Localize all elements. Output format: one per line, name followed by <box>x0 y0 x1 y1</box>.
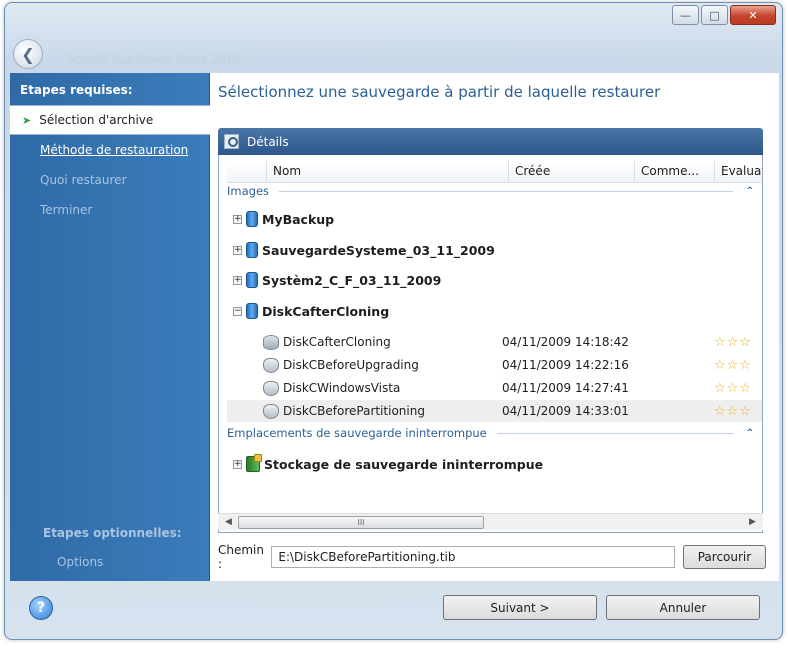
version-name: DiskCWindowsVista <box>283 381 401 395</box>
column-created[interactable]: Créée <box>509 161 635 183</box>
step-label: Terminer <box>40 203 93 217</box>
version-name-cell: DiskCBeforeUpgrading <box>263 357 419 373</box>
close-icon[interactable]: ✕ <box>730 5 776 25</box>
wizard-steps-sidebar: Etapes requises: ➤ Sélection d'archive M… <box>10 73 210 581</box>
rating-stars-icon[interactable]: ☆☆☆ <box>714 381 752 396</box>
scroll-thumb[interactable]: III <box>238 516 484 529</box>
path-row: Chemin : E:\DiskCBeforePartitioning.tib … <box>218 543 767 571</box>
collapse-icon[interactable]: − <box>233 306 242 316</box>
details-magnifier-icon <box>224 134 239 149</box>
next-button[interactable]: Suivant > <box>443 595 597 620</box>
archive-name: SauvegardeSysteme_03_11_2009 <box>262 242 495 258</box>
main-panel: Sélectionnez une sauvegarde à partir de … <box>210 73 779 581</box>
archive-icon <box>246 211 258 227</box>
version-date: 04/11/2009 14:27:41 <box>502 381 629 395</box>
archive-name: Systèm2_C_F_03_11_2009 <box>262 272 442 288</box>
step-label: Sélection d'archive <box>39 113 154 127</box>
current-step-arrow-icon: ➤ <box>22 113 32 127</box>
expand-icon[interactable]: + <box>233 459 242 469</box>
archive-row[interactable]: + SauvegardeSysteme_03_11_2009 <box>233 239 495 261</box>
path-input[interactable]: E:\DiskCBeforePartitioning.tib <box>271 546 675 568</box>
back-arrow-icon: ❮ <box>21 44 35 64</box>
storage-name: Stockage de sauvegarde ininterrompue <box>264 456 544 472</box>
group-divider <box>496 432 733 434</box>
archive-icon <box>246 303 258 319</box>
archive-list[interactable]: Nom Créée Comme... Evaluat Images ⌃ + My… <box>218 155 763 533</box>
horizontal-scrollbar[interactable]: ◀ III ▶ <box>218 513 763 530</box>
scroll-left-icon[interactable]: ◀ <box>220 515 237 530</box>
archive-name: DiskCafterCloning <box>262 303 390 319</box>
version-date: 04/11/2009 14:22:16 <box>502 358 629 372</box>
column-rating[interactable]: Evaluat <box>715 161 762 183</box>
expand-icon[interactable]: + <box>233 275 242 285</box>
required-steps-heading: Etapes requises: <box>20 83 133 97</box>
rating-stars-icon[interactable]: ☆☆☆ <box>714 335 752 350</box>
version-name: DiskCBeforePartitioning <box>283 404 425 418</box>
archive-icon <box>246 242 258 258</box>
version-name-cell: DiskCBeforePartitioning <box>263 403 425 419</box>
details-label: Détails <box>247 134 289 149</box>
maximize-icon[interactable]: □ <box>701 5 728 25</box>
incremental-disk-icon <box>263 403 279 419</box>
rating-stars-icon[interactable]: ☆☆☆ <box>714 358 752 373</box>
archive-row[interactable]: + MyBackup <box>233 208 334 230</box>
version-row-selected[interactable]: DiskCBeforePartitioning 04/11/2009 14:33… <box>227 400 762 422</box>
full-backup-disk-icon <box>263 334 279 350</box>
continuous-storage-icon <box>246 454 262 472</box>
step-restore-method[interactable]: Méthode de restauration <box>10 135 209 165</box>
page-title: Sélectionnez une sauvegarde à partir de … <box>218 83 661 101</box>
step-label: Quoi restaurer <box>40 173 127 187</box>
step-finish: Terminer <box>10 195 209 225</box>
step-options: Options <box>57 555 104 569</box>
version-date: 04/11/2009 14:18:42 <box>502 335 629 349</box>
wizard-footer: ? Suivant > Annuler <box>5 581 782 639</box>
minimize-icon[interactable]: — <box>672 5 699 25</box>
group-continuous-locations[interactable]: Emplacements de sauvegarde ininterrompue… <box>227 425 757 441</box>
version-row[interactable]: DiskCBeforeUpgrading 04/11/2009 14:22:16… <box>227 354 762 376</box>
archive-name: MyBackup <box>262 211 335 227</box>
group-divider <box>279 190 733 192</box>
group-label: Emplacements de sauvegarde ininterrompue <box>227 426 487 440</box>
version-date: 04/11/2009 14:33:01 <box>502 404 629 418</box>
scroll-right-icon[interactable]: ▶ <box>744 515 761 530</box>
collapse-chevron-icon[interactable]: ⌃ <box>743 428 757 439</box>
version-row[interactable]: DiskCWindowsVista 04/11/2009 14:27:41 ☆☆… <box>227 377 762 399</box>
path-label: Chemin : <box>218 543 264 571</box>
step-label: Méthode de restauration <box>40 143 189 157</box>
version-row[interactable]: DiskCafterCloning 04/11/2009 14:18:42 ☆☆… <box>227 331 762 353</box>
step-archive-selection[interactable]: ➤ Sélection d'archive <box>10 105 210 135</box>
version-name-cell: DiskCWindowsVista <box>263 380 401 396</box>
title-bar: ❮ Acronis True Image Home 2010 — □ ✕ <box>5 3 782 71</box>
step-what-to-restore: Quoi restaurer <box>10 165 209 195</box>
back-button[interactable]: ❮ <box>13 39 43 69</box>
incremental-disk-icon <box>263 357 279 373</box>
window-title-ghost: Acronis True Image Home 2010 <box>67 53 240 66</box>
version-name: DiskCBeforeUpgrading <box>283 358 419 372</box>
details-toggle-bar[interactable]: Détails <box>218 128 763 155</box>
archive-row[interactable]: − DiskCafterCloning <box>233 300 389 322</box>
optional-steps-heading: Etapes optionnelles: <box>43 526 182 540</box>
version-name-cell: DiskCafterCloning <box>263 334 391 350</box>
incremental-disk-icon <box>263 380 279 396</box>
column-name[interactable]: Nom <box>267 161 509 183</box>
rating-stars-icon[interactable]: ☆☆☆ <box>714 404 752 419</box>
column-spacer <box>227 161 267 183</box>
cancel-button[interactable]: Annuler <box>606 595 760 620</box>
archive-row[interactable]: + Systèm2_C_F_03_11_2009 <box>233 269 441 291</box>
expand-icon[interactable]: + <box>233 214 242 224</box>
collapse-chevron-icon[interactable]: ⌃ <box>743 186 757 197</box>
group-images[interactable]: Images ⌃ <box>227 183 757 199</box>
expand-icon[interactable]: + <box>233 245 242 255</box>
group-label: Images <box>227 184 270 198</box>
version-name: DiskCafterCloning <box>283 335 391 349</box>
column-header-row: Nom Créée Comme... Evaluat <box>227 161 762 183</box>
restore-wizard-window: ❮ Acronis True Image Home 2010 — □ ✕ Eta… <box>4 2 783 640</box>
help-icon[interactable]: ? <box>29 596 53 620</box>
column-comment[interactable]: Comme... <box>635 161 715 183</box>
window-controls: — □ ✕ <box>672 5 776 25</box>
archive-icon <box>246 272 258 288</box>
browse-button[interactable]: Parcourir <box>682 545 767 569</box>
continuous-storage-row[interactable]: + Stockage de sauvegarde ininterrompue <box>233 453 543 475</box>
